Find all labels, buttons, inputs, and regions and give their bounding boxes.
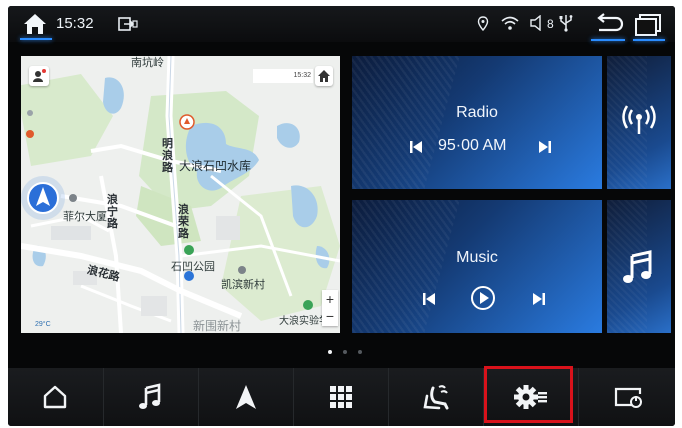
dock-home-button[interactable] bbox=[8, 368, 102, 426]
music-note-icon bbox=[139, 383, 161, 409]
music-title: Music bbox=[456, 249, 498, 266]
home-outline-icon bbox=[43, 385, 67, 409]
recent-apps-button[interactable] bbox=[633, 12, 665, 41]
map-widget[interactable]: 南坑岭 大浪石凹水库 明浪路 浪荣路 浪宁路 菲尔大厦 浪花路 石凹公园 凯滨新… bbox=[21, 56, 340, 333]
map-label-road-mingliang: 明浪路 bbox=[162, 138, 173, 174]
music-note-icon bbox=[623, 250, 652, 283]
page-dot[interactable] bbox=[358, 350, 362, 354]
radio-previous-button[interactable] bbox=[409, 140, 423, 154]
radio-panel[interactable]: Radio 95·00 AM bbox=[352, 56, 602, 189]
volume-icon bbox=[530, 14, 544, 32]
weather-temperature: 29°C bbox=[35, 321, 51, 328]
status-time: 15:32 bbox=[56, 15, 94, 32]
map-label-top-place: 南坑岭 bbox=[131, 57, 164, 69]
radio-next-button[interactable] bbox=[538, 140, 552, 154]
dock-display-off-button[interactable] bbox=[578, 368, 675, 426]
seat-ventilation-icon bbox=[423, 385, 449, 410]
page-indicator bbox=[326, 348, 366, 356]
map-label-road-langrong: 浪荣路 bbox=[178, 204, 189, 240]
apps-grid-icon bbox=[330, 386, 352, 408]
dock-climate-button[interactable] bbox=[388, 368, 483, 426]
current-location-marker bbox=[25, 180, 61, 216]
wifi-icon bbox=[500, 15, 520, 31]
radio-frequency: 95·00 AM bbox=[438, 137, 507, 154]
map-label-road-langning: 浪宁路 bbox=[107, 194, 118, 230]
home-icon[interactable] bbox=[20, 12, 52, 40]
map-label-village-kaibin: 凯滨新村 bbox=[221, 279, 265, 291]
zoom-in-button[interactable]: + bbox=[322, 290, 338, 308]
map-profile-button[interactable] bbox=[29, 66, 49, 86]
screen-mirror-icon[interactable] bbox=[118, 16, 138, 32]
location-icon bbox=[477, 16, 489, 32]
music-panel[interactable]: Music bbox=[352, 200, 602, 333]
map-canvas[interactable] bbox=[21, 56, 340, 333]
radio-shortcut-tile[interactable] bbox=[607, 56, 671, 189]
dock-music-button[interactable] bbox=[103, 368, 198, 426]
head-unit-screen: 15:32 8 南坑岭 大浪石凹水库 明浪路 浪荣路 浪宁路 菲尔大厦 浪花路 … bbox=[8, 6, 675, 426]
music-play-button[interactable] bbox=[470, 285, 496, 311]
map-label-reservoir: 大浪石凹水库 bbox=[179, 159, 252, 173]
dock-navigation-button[interactable] bbox=[198, 368, 293, 426]
navigation-arrow-icon bbox=[236, 385, 256, 409]
usb-icon bbox=[559, 14, 573, 32]
bottom-dock bbox=[8, 368, 675, 426]
volume-level: 8 bbox=[547, 17, 554, 31]
map-label-park: 石凹公园 bbox=[171, 261, 215, 273]
radio-controls: 95·00 AM bbox=[352, 136, 602, 158]
music-shortcut-tile[interactable] bbox=[607, 200, 671, 333]
map-home-button[interactable] bbox=[315, 66, 333, 86]
music-previous-button[interactable] bbox=[422, 292, 436, 306]
dock-apps-button[interactable] bbox=[293, 368, 388, 426]
status-bar: 15:32 8 bbox=[8, 6, 675, 42]
music-next-button[interactable] bbox=[532, 292, 546, 306]
back-button[interactable] bbox=[591, 12, 625, 41]
zoom-out-button[interactable]: − bbox=[322, 308, 338, 326]
settings-highlight-box bbox=[484, 366, 573, 423]
radio-title: Radio bbox=[456, 104, 498, 121]
display-off-icon bbox=[614, 387, 642, 408]
map-label-village-xinwei: 新围新村 bbox=[193, 319, 242, 333]
page-dot-active[interactable] bbox=[328, 350, 332, 354]
map-status-time: 15:32 bbox=[293, 72, 311, 79]
radio-antenna-icon bbox=[622, 105, 656, 134]
map-label-building-feier: 菲尔大厦 bbox=[63, 211, 107, 223]
map-status-strip: 15:32 bbox=[253, 69, 313, 83]
page-dot[interactable] bbox=[343, 350, 347, 354]
zoom-controls: + − bbox=[322, 290, 338, 326]
